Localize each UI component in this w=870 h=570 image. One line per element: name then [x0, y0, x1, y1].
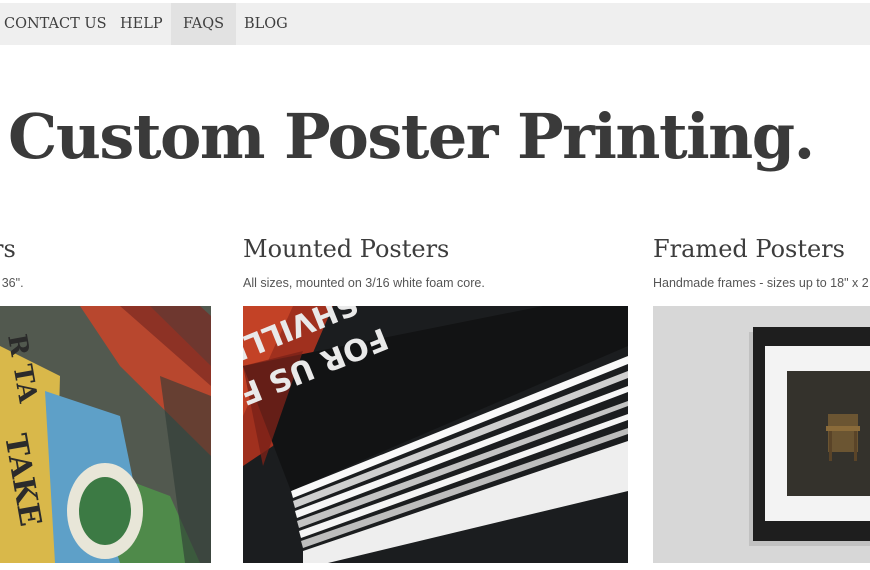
nav-faqs[interactable]: FAQS	[171, 3, 237, 45]
card-title[interactable]: rs	[0, 234, 16, 264]
nav-contact-us[interactable]: CONTACT US	[4, 3, 107, 45]
nav-blog[interactable]: BLOG	[244, 3, 288, 45]
card-description: x 36".	[0, 276, 24, 290]
product-card-posters[interactable]: rs x 36". TAKE R TA	[0, 234, 211, 563]
top-nav: CONTACT US HELP FAQS BLOG	[0, 3, 870, 45]
card-title[interactable]: Mounted Posters	[243, 234, 449, 264]
nav-help[interactable]: HELP	[120, 3, 163, 45]
card-description: All sizes, mounted on 3/16 white foam co…	[243, 276, 485, 290]
framed-poster-image[interactable]	[653, 306, 870, 563]
poster-prints-image[interactable]: TAKE R TA	[0, 306, 211, 563]
card-title[interactable]: Framed Posters	[653, 234, 845, 264]
card-description: Handmade frames - sizes up to 18" x 2	[653, 276, 869, 290]
product-card-mounted[interactable]: Mounted Posters All sizes, mounted on 3/…	[243, 234, 628, 563]
page-title: Custom Poster Printing.	[8, 100, 815, 173]
product-card-framed[interactable]: Framed Posters Handmade frames - sizes u…	[653, 234, 870, 563]
mounted-posters-image[interactable]: FOR US FOR SHVILLE!	[243, 306, 628, 563]
